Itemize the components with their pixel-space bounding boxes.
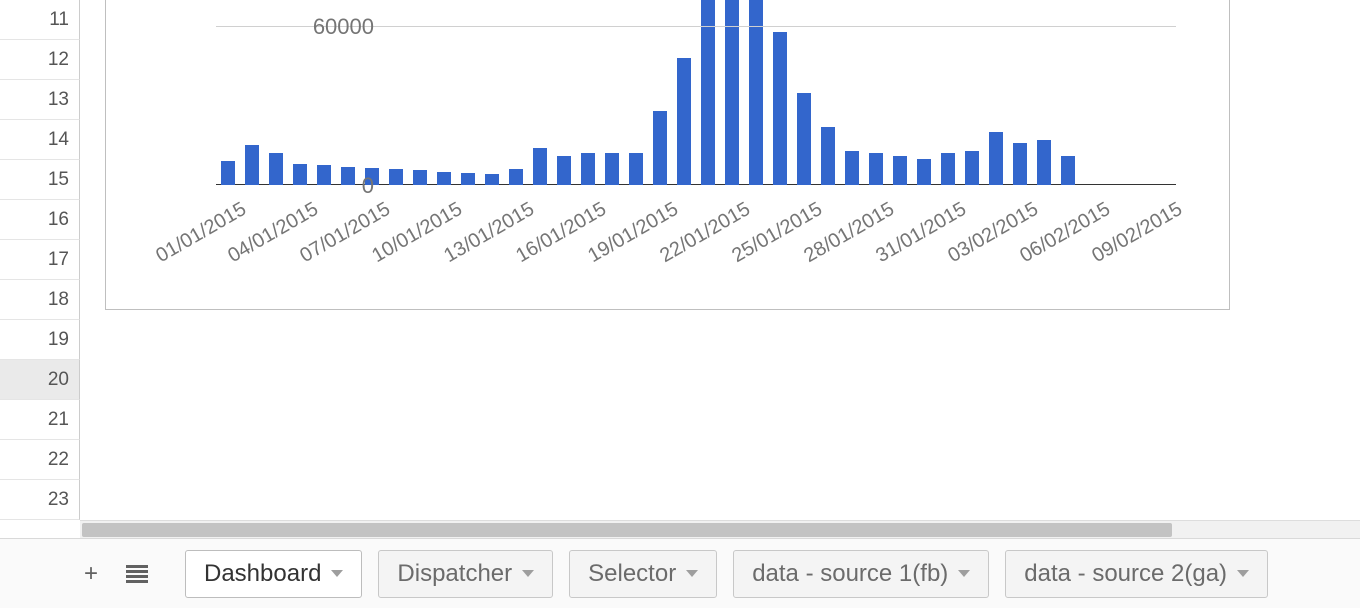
chart-panel: 01/01/201504/01/201507/01/201510/01/2015…	[105, 0, 1230, 310]
row-header[interactable]: 11	[0, 0, 80, 40]
chart-bar	[989, 132, 1002, 185]
row-header[interactable]: 14	[0, 120, 80, 160]
chart-bar	[869, 153, 882, 185]
sheet-tab-bar: + Dashboard Dispatcher Selector data - sour…	[0, 538, 1360, 608]
chart-bar	[437, 172, 450, 185]
chart-bar	[677, 58, 690, 185]
chevron-down-icon	[1237, 570, 1249, 577]
chart-bar	[389, 169, 402, 185]
sheet-tab[interactable]: data - source 1(fb)	[733, 550, 989, 598]
chevron-down-icon	[686, 570, 698, 577]
chart-bar	[965, 151, 978, 185]
chevron-down-icon	[331, 570, 343, 577]
chevron-down-icon	[958, 570, 970, 577]
chart-x-tick-labels: 01/01/201504/01/201507/01/201510/01/2015…	[216, 190, 1176, 300]
row-header[interactable]: 16	[0, 200, 80, 240]
chart-bar	[533, 148, 546, 185]
chart-bar	[941, 153, 954, 185]
chart-bar	[893, 156, 906, 185]
chart-bar	[485, 174, 498, 185]
row-header[interactable]: 21	[0, 400, 80, 440]
row-header[interactable]: 15	[0, 160, 80, 200]
chart-bar	[725, 0, 738, 185]
chart-bar	[821, 127, 834, 185]
chart-bar	[701, 0, 714, 185]
sheet-tab-label: Selector	[588, 560, 676, 588]
row-header[interactable]: 17	[0, 240, 80, 280]
menu-icon	[126, 565, 148, 583]
horizontal-scrollbar[interactable]	[80, 520, 1360, 538]
chart-bar	[749, 0, 762, 185]
horizontal-scrollbar-thumb[interactable]	[82, 523, 1172, 537]
row-header[interactable]: 12	[0, 40, 80, 80]
chart-bar	[413, 170, 426, 185]
chart-bar	[653, 111, 666, 185]
chart-bar	[1013, 143, 1026, 185]
sheet-tab[interactable]: Dashboard	[185, 550, 362, 598]
row-header[interactable]: 19	[0, 320, 80, 360]
sheet-tab-label: data - source 1(fb)	[752, 560, 948, 588]
sheet-tab[interactable]: data - source 2(ga)	[1005, 550, 1268, 598]
chart-bar	[629, 153, 642, 185]
sheet-tab[interactable]: Selector	[569, 550, 717, 598]
sheet-tab-label: Dispatcher	[397, 560, 512, 588]
sheet-tab[interactable]: Dispatcher	[378, 550, 553, 598]
row-header[interactable]: 13	[0, 80, 80, 120]
row-header[interactable]: 23	[0, 480, 80, 520]
chart-bar	[845, 151, 858, 185]
sheet-tabs: Dashboard Dispatcher Selector data - source…	[185, 550, 1268, 598]
row-header-gutter: 11121314151617181920212223	[0, 0, 80, 520]
chart-bar	[461, 173, 474, 185]
chart-bar	[1061, 156, 1074, 185]
chart-bar	[1037, 140, 1050, 185]
plus-icon: +	[84, 560, 98, 588]
chart-bar	[581, 153, 594, 185]
chart-bar	[557, 156, 570, 185]
sheet-tab-label: Dashboard	[204, 560, 321, 588]
row-header[interactable]: 18	[0, 280, 80, 320]
chart-bar	[797, 93, 810, 186]
chart-bar	[917, 159, 930, 185]
all-sheets-button[interactable]	[121, 558, 153, 590]
chart-y-tick: 0	[174, 173, 374, 199]
chart-bar	[773, 32, 786, 185]
row-header[interactable]: 22	[0, 440, 80, 480]
add-sheet-button[interactable]: +	[75, 558, 107, 590]
chart-bar	[509, 169, 522, 185]
chart-y-tick: 60000	[174, 14, 374, 40]
chevron-down-icon	[522, 570, 534, 577]
sheet-tab-label: data - source 2(ga)	[1024, 560, 1227, 588]
chart-bar	[605, 153, 618, 185]
row-header[interactable]: 20	[0, 360, 80, 400]
